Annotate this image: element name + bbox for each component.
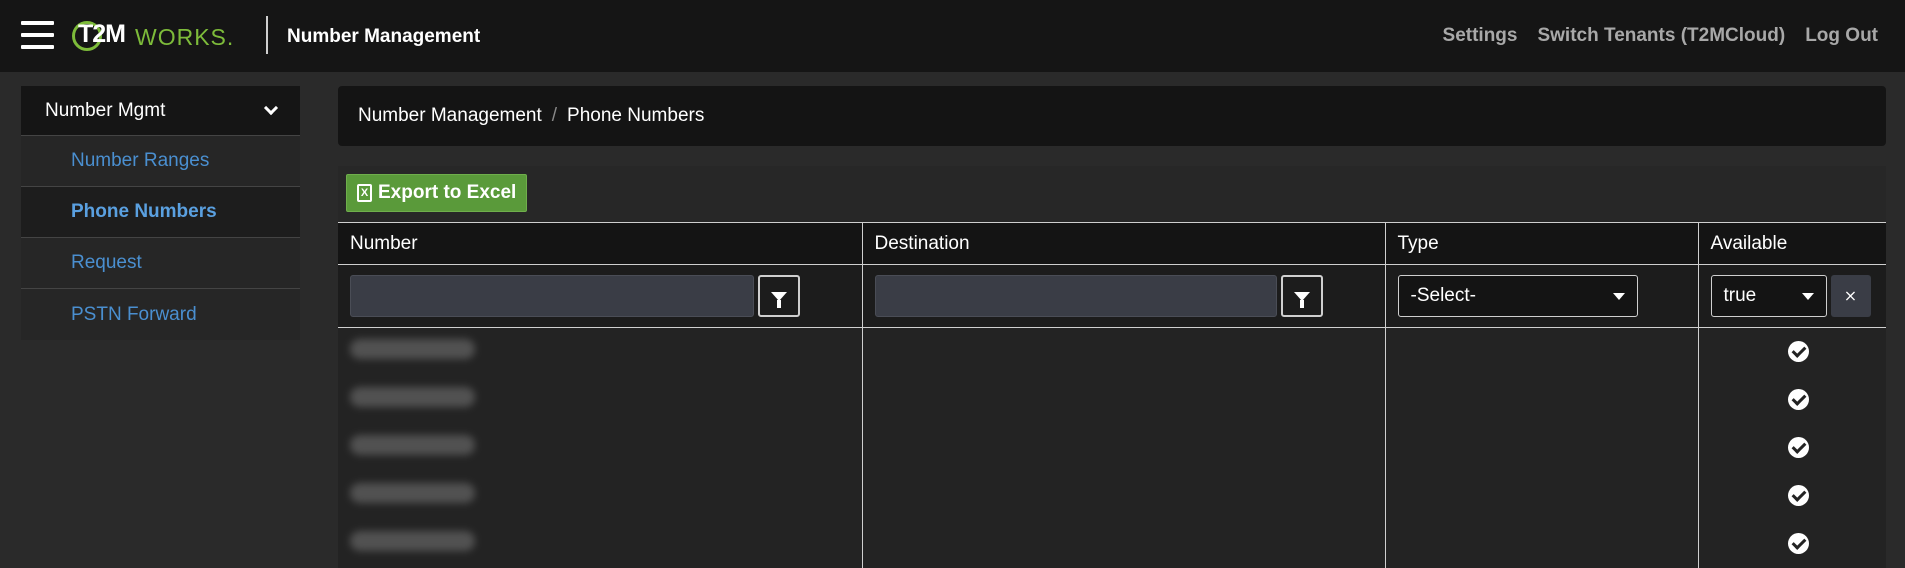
redacted-number [350,339,475,360]
sidebar: Number Mgmt Number Ranges Phone Numbers … [21,86,300,340]
filter-icon [771,291,787,308]
filter-row: -Select- true ⨯ [338,264,1886,328]
type-cell [1384,327,1698,376]
clear-filter-button[interactable]: ⨯ [1830,275,1871,317]
column-header-available[interactable]: Available [1697,222,1886,265]
filter-cell-type: -Select- [1384,264,1698,328]
table-row[interactable] [338,519,1886,568]
sidebar-section-number-mgmt[interactable]: Number Mgmt [21,86,300,136]
redacted-number [350,531,475,551]
number-cell [338,471,862,520]
available-cell [1697,519,1886,568]
phone-numbers-grid: X Export to Excel Number Destination Typ… [338,166,1886,568]
sidebar-section-label: Number Mgmt [45,99,166,121]
clear-filter-icon: ⨯ [1843,288,1858,305]
caret-down-icon [1612,292,1625,300]
available-cell [1697,375,1886,424]
number-filter-button[interactable] [758,275,800,317]
type-cell [1384,519,1698,568]
check-circle-icon [1787,485,1809,506]
top-nav: Settings Switch Tenants (T2MCloud) Log O… [1443,25,1878,47]
logo-works: WORKS. [135,24,235,50]
type-cell [1384,375,1698,424]
settings-link[interactable]: Settings [1443,25,1518,47]
switch-tenants-link[interactable]: Switch Tenants (T2MCloud) [1537,25,1785,47]
filter-cell-available: true ⨯ [1697,264,1886,328]
number-cell [338,327,862,376]
filter-cell-destination [861,264,1385,328]
header-divider [266,16,268,54]
number-cell [338,423,862,472]
filter-cell-number [338,264,862,328]
check-circle-icon [1787,341,1809,363]
logout-link[interactable]: Log Out [1805,25,1878,47]
brand-logo[interactable]: T2M WORKS. [72,18,233,54]
check-circle-icon [1787,533,1809,554]
available-cell [1697,423,1886,472]
logo-t2m: T2M [78,20,126,48]
redacted-number [350,387,475,407]
export-label: Export to Excel [378,182,517,203]
destination-filter-button[interactable] [1280,275,1323,317]
destination-cell [861,423,1385,472]
available-cell [1697,471,1886,520]
column-header-number[interactable]: Number [338,222,862,265]
destination-cell [861,519,1385,568]
destination-cell [861,327,1385,376]
check-circle-icon [1787,389,1809,410]
grid-toolbar: X Export to Excel [338,166,1886,222]
table-row[interactable] [338,327,1886,376]
destination-filter-input[interactable] [874,275,1277,317]
type-filter-select[interactable]: -Select- [1397,275,1638,317]
filter-icon [1293,291,1310,308]
table-row[interactable] [338,423,1886,472]
table-row[interactable] [338,471,1886,520]
top-bar: T2M WORKS. Number Management Settings Sw… [0,0,1905,72]
caret-down-icon [1801,292,1814,300]
number-cell [338,375,862,424]
page-title: Number Management [287,26,481,47]
number-filter-input[interactable] [350,275,754,317]
chevron-down-icon [263,100,279,116]
breadcrumb-root[interactable]: Number Management [358,105,542,127]
sidebar-item-phone-numbers[interactable]: Phone Numbers [21,187,300,238]
data-table: Number Destination Type Available -Selec… [338,222,1886,568]
table-row[interactable] [338,375,1886,424]
available-filter-select[interactable]: true [1710,275,1827,317]
menu-icon[interactable] [21,21,54,49]
type-cell [1384,471,1698,520]
excel-icon: X [357,184,372,202]
column-header-type[interactable]: Type [1384,222,1698,265]
destination-cell [861,471,1385,520]
redacted-number [350,435,475,455]
number-cell [338,519,862,568]
sidebar-item-pstn-forward[interactable]: PSTN Forward [21,289,300,340]
sidebar-item-number-ranges[interactable]: Number Ranges [21,136,300,187]
export-to-excel-button[interactable]: X Export to Excel [346,174,528,212]
column-header-destination[interactable]: Destination [861,222,1385,265]
type-filter-value: -Select- [1410,285,1476,306]
redacted-number [350,483,475,503]
available-filter-value: true [1723,285,1757,306]
sidebar-item-request[interactable]: Request [21,238,300,289]
breadcrumb: Number Management / Phone Numbers [338,86,1886,146]
breadcrumb-separator: / [551,105,558,126]
breadcrumb-current: Phone Numbers [567,105,705,126]
available-cell [1697,327,1886,376]
type-cell [1384,423,1698,472]
check-circle-icon [1787,437,1809,458]
destination-cell [861,375,1385,424]
